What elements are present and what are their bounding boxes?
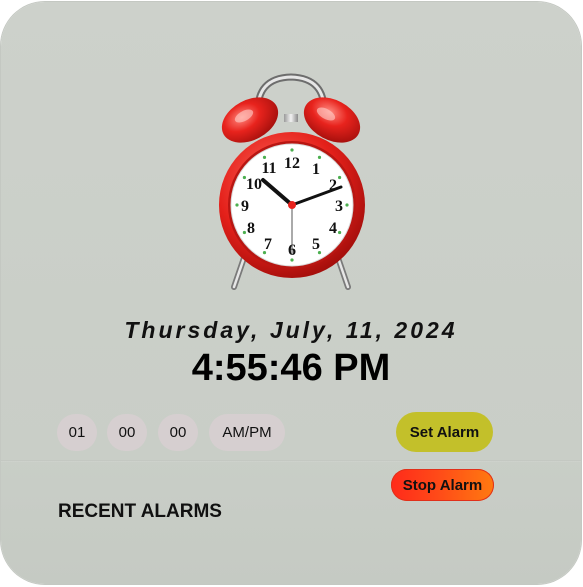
set-alarm-button[interactable]: Set Alarm <box>396 412 493 452</box>
current-date: Thursday, July, 11, 2024 <box>124 317 458 343</box>
dial-number-8: 8 <box>247 220 255 237</box>
dial-number-1: 1 <box>312 161 320 178</box>
recent-alarms-heading: RECENT ALARMS <box>58 501 222 522</box>
hour-select[interactable]: 01 <box>57 414 97 451</box>
dial-number-11: 11 <box>261 160 276 177</box>
alarm-clock-card: 12 1 2 3 4 5 6 7 8 9 10 11 Thursday, Jul… <box>1 2 581 584</box>
dial-number-3: 3 <box>335 198 343 215</box>
dial-number-4: 4 <box>329 220 337 237</box>
current-time: 4:55:46 PM <box>191 347 391 389</box>
dial-number-5: 5 <box>312 236 320 253</box>
dial-number-12: 12 <box>284 155 300 172</box>
dial-number-9: 9 <box>241 198 249 215</box>
dial-number-7: 7 <box>264 236 272 253</box>
dial-number-10: 10 <box>246 176 262 193</box>
second-select[interactable]: 00 <box>158 414 198 451</box>
section-divider <box>1 460 581 462</box>
ampm-select[interactable]: AM/PM <box>209 414 285 451</box>
stop-alarm-button[interactable]: Stop Alarm <box>391 469 494 501</box>
alarm-clock-icon: 12 1 2 3 4 5 6 7 8 9 10 11 <box>206 72 376 300</box>
minute-select[interactable]: 00 <box>107 414 147 451</box>
